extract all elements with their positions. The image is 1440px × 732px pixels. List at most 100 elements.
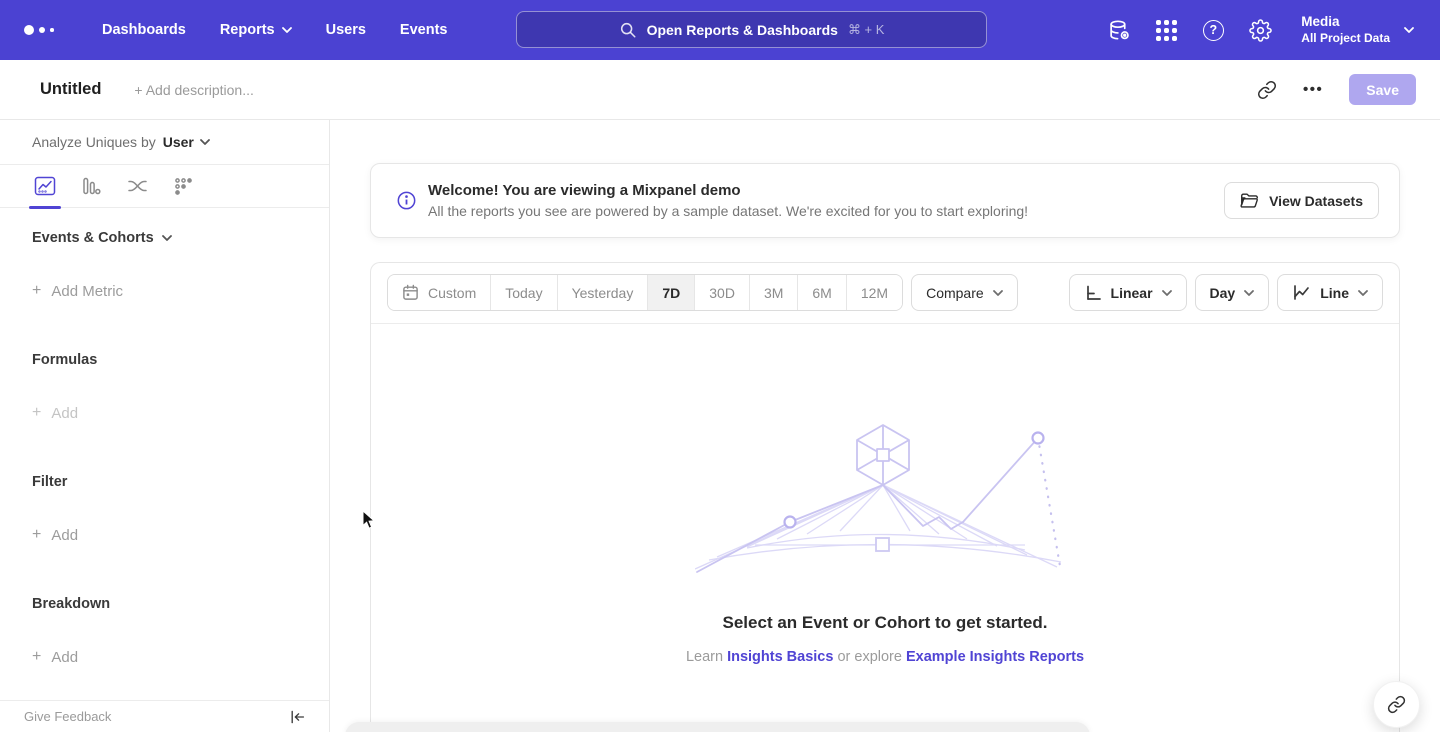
chevron-down-icon	[162, 235, 172, 241]
settings-gear-icon[interactable]	[1248, 18, 1272, 42]
date-range-6m[interactable]: 6M	[797, 275, 845, 310]
chevron-down-icon	[282, 27, 292, 33]
date-range-30d[interactable]: 30D	[694, 275, 749, 310]
compare-label: Compare	[926, 285, 984, 301]
project-scope: All Project Data	[1301, 31, 1390, 46]
add-breakdown-label: Add	[51, 649, 78, 666]
chevron-down-icon	[1358, 290, 1368, 296]
add-formula-button[interactable]: + Add	[32, 404, 297, 422]
welcome-banner: Welcome! You are viewing a Mixpanel demo…	[370, 163, 1400, 238]
primary-nav: Dashboards Reports Users Events	[102, 22, 447, 38]
nav-users[interactable]: Users	[326, 22, 366, 38]
date-range-30d-label: 30D	[709, 285, 735, 301]
add-filter-label: Add	[51, 527, 78, 544]
report-title[interactable]: Untitled	[40, 80, 101, 99]
date-range-7d[interactable]: 7D	[647, 275, 694, 310]
collapse-sidebar-icon[interactable]	[289, 709, 305, 725]
project-name: Media	[1301, 14, 1390, 31]
add-filter-button[interactable]: + Add	[32, 526, 297, 544]
folder-icon	[1240, 192, 1259, 209]
project-selector[interactable]: Media All Project Data	[1301, 14, 1414, 46]
date-range-today-label: Today	[505, 285, 542, 301]
nav-dashboards[interactable]: Dashboards	[102, 22, 186, 38]
navbar-right: ? Media All Project Data	[1107, 14, 1414, 46]
share-link-fab[interactable]	[1373, 681, 1420, 728]
give-feedback-link[interactable]: Give Feedback	[24, 709, 111, 724]
tab-retention[interactable]	[160, 165, 206, 208]
sidebar-footer: Give Feedback	[0, 700, 329, 732]
analyze-by-dropdown[interactable]: User	[163, 134, 210, 150]
flow-icon	[127, 177, 148, 195]
date-range-6m-label: 6M	[812, 285, 831, 301]
top-navbar: Dashboards Reports Users Events Open Rep…	[0, 0, 1440, 60]
tab-insights-line[interactable]	[22, 165, 68, 208]
query-builder-sidebar: Analyze Uniques by User Events & Cohorts	[0, 120, 330, 732]
report-title-bar: Untitled + Add description... ••• Save	[0, 60, 1440, 120]
add-breakdown-button[interactable]: + Add	[32, 648, 297, 666]
view-datasets-button[interactable]: View Datasets	[1224, 182, 1379, 219]
tab-flow[interactable]	[114, 165, 160, 208]
insights-basics-link[interactable]: Insights Basics	[727, 649, 833, 665]
compare-button[interactable]: Compare	[911, 274, 1018, 311]
chart-type-label: Line	[1320, 285, 1349, 301]
search-icon	[619, 21, 637, 39]
mixpanel-logo[interactable]	[24, 25, 72, 35]
chart-type-dropdown[interactable]: Line	[1277, 274, 1383, 311]
scale-label: Linear	[1111, 285, 1153, 301]
empty-state-illustration	[695, 423, 1075, 573]
analyze-label: Analyze Uniques by	[32, 134, 156, 150]
learn-prefix: Learn	[686, 649, 723, 665]
data-management-icon[interactable]	[1107, 18, 1131, 42]
analyze-by-value: User	[163, 134, 194, 150]
breakdown-label: Breakdown	[32, 596, 110, 612]
apps-grid-icon[interactable]	[1154, 18, 1178, 42]
date-range-custom-label: Custom	[428, 285, 476, 301]
empty-state-subtitle: Learn Insights Basics or explore Example…	[686, 649, 1084, 665]
events-cohorts-heading[interactable]: Events & Cohorts	[32, 230, 297, 246]
global-search[interactable]: Open Reports & Dashboards ⌘ + K	[516, 11, 987, 48]
date-range-yesterday-label: Yesterday	[572, 285, 634, 301]
insights-chart-icon	[34, 176, 56, 196]
nav-reports[interactable]: Reports	[220, 22, 292, 38]
date-range-12m[interactable]: 12M	[846, 275, 902, 310]
middle-text: or explore	[837, 649, 901, 665]
date-range-custom[interactable]: Custom	[388, 275, 490, 310]
nav-events-label: Events	[400, 22, 448, 38]
empty-state-title: Select an Event or Cohort to get started…	[723, 613, 1048, 633]
date-range-3m[interactable]: 3M	[749, 275, 797, 310]
filter-heading: Filter	[32, 474, 297, 490]
filter-label: Filter	[32, 474, 67, 490]
chevron-down-icon	[1404, 27, 1414, 33]
chevron-down-icon	[1244, 290, 1254, 296]
nav-users-label: Users	[326, 22, 366, 38]
plus-icon: +	[32, 282, 41, 300]
empty-state: Select an Event or Cohort to get started…	[371, 324, 1399, 665]
add-metric-button[interactable]: + Add Metric	[32, 282, 297, 300]
example-insights-reports-link[interactable]: Example Insights Reports	[906, 649, 1084, 665]
nav-dashboards-label: Dashboards	[102, 22, 186, 38]
nav-events[interactable]: Events	[400, 22, 448, 38]
add-formula-label: Add	[51, 405, 78, 422]
add-description-field[interactable]: + Add description...	[134, 82, 253, 98]
interval-label: Day	[1210, 285, 1236, 301]
help-icon[interactable]: ?	[1201, 18, 1225, 42]
date-range-yesterday[interactable]: Yesterday	[557, 275, 648, 310]
plus-icon: +	[32, 648, 41, 666]
results-table-peek[interactable]	[345, 722, 1090, 732]
interval-dropdown[interactable]: Day	[1195, 274, 1270, 311]
chevron-down-icon	[200, 139, 210, 145]
save-button[interactable]: Save	[1349, 74, 1416, 105]
tab-bar-chart[interactable]	[68, 165, 114, 208]
bar-chart-icon	[81, 176, 101, 196]
copy-link-icon[interactable]	[1257, 80, 1277, 100]
search-placeholder: Open Reports & Dashboards	[647, 22, 838, 38]
retention-dots-icon	[174, 177, 193, 196]
chart-controls-row: Custom Today Yesterday 7D 30D 3M 6M 12M …	[371, 263, 1399, 324]
date-range-today[interactable]: Today	[490, 275, 556, 310]
linear-axis-icon	[1084, 284, 1102, 302]
more-options-button[interactable]: •••	[1303, 81, 1323, 98]
chevron-down-icon	[993, 290, 1003, 296]
scale-dropdown[interactable]: Linear	[1069, 274, 1187, 311]
view-datasets-label: View Datasets	[1269, 193, 1363, 209]
link-icon	[1387, 695, 1406, 714]
